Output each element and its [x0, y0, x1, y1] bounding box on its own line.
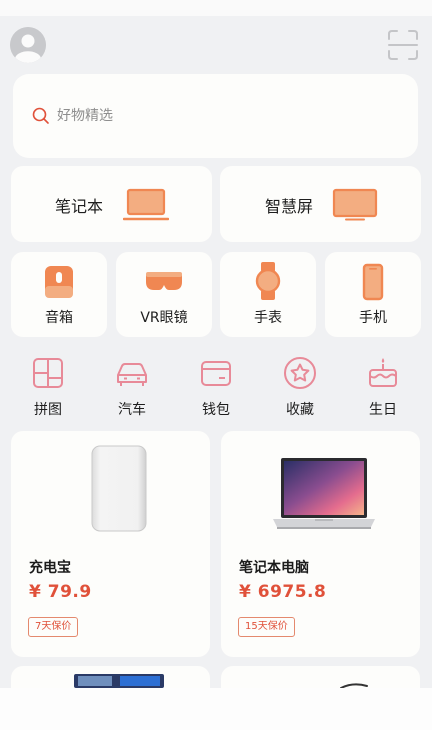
product-name: 笔记本电脑 — [239, 560, 309, 576]
power-bank-image — [91, 445, 147, 532]
user-icon — [10, 27, 46, 63]
quick-link-puzzle[interactable]: 拼图 — [10, 356, 86, 426]
quick-link-wallet-label: 钱包 — [202, 402, 230, 418]
product-card[interactable] — [221, 666, 420, 688]
laptop-icon — [123, 188, 169, 221]
quick-link-favorites[interactable]: 收藏 — [262, 356, 338, 426]
quick-link-car[interactable]: 汽车 — [94, 356, 170, 426]
quick-link-wallet[interactable]: 钱包 — [178, 356, 254, 426]
device-speaker-label: 音箱 — [45, 310, 73, 326]
device-phone-label: 手机 — [359, 310, 387, 326]
price-protection-badge[interactable]: 7天保价 — [28, 617, 79, 637]
device-vr-glasses[interactable]: VR眼镜 — [116, 252, 212, 337]
puzzle-icon — [33, 358, 63, 388]
bottom-area — [0, 688, 432, 730]
device-watch-label: 手表 — [254, 310, 282, 326]
cake-icon — [369, 358, 397, 387]
search-bar[interactable]: 好物精选 — [13, 74, 418, 158]
product-price: ¥ 79.9 — [29, 582, 92, 602]
quick-link-birthday[interactable]: 生日 — [345, 356, 421, 426]
category-smart-screen-label: 智慧屏 — [265, 197, 314, 216]
quick-link-car-label: 汽车 — [118, 402, 146, 418]
quick-link-birthday-label: 生日 — [369, 402, 397, 418]
scan-button[interactable] — [386, 28, 420, 62]
watch-icon — [255, 262, 281, 300]
device-vr-glasses-label: VR眼镜 — [140, 310, 188, 326]
device-watch[interactable]: 手表 — [220, 252, 316, 337]
product-name: 充电宝 — [29, 560, 71, 576]
product-price: ¥ 6975.8 — [239, 582, 327, 602]
laptop-image — [273, 458, 375, 529]
quick-link-puzzle-label: 拼图 — [34, 402, 62, 418]
avatar[interactable] — [10, 27, 46, 63]
category-smart-screen[interactable]: 智慧屏 — [220, 166, 421, 242]
car-icon — [117, 363, 147, 386]
wallet-icon — [201, 361, 231, 386]
product-card[interactable]: 笔记本电脑 ¥ 6975.8 15天保价 — [221, 431, 420, 657]
device-speaker[interactable]: 音箱 — [11, 252, 107, 337]
product-card[interactable] — [11, 666, 210, 688]
category-laptop[interactable]: 笔记本 — [11, 166, 212, 242]
quick-link-favorites-label: 收藏 — [286, 402, 314, 418]
device-phone[interactable]: 手机 — [325, 252, 421, 337]
home-screen: 好物精选 笔记本 智慧屏 音箱 VR眼镜 手表 手机 拼图 汽车 钱包 收藏 生… — [0, 0, 432, 688]
product-card[interactable]: 充电宝 ¥ 79.9 7天保价 — [11, 431, 210, 657]
search-icon — [32, 107, 49, 124]
smart-screen-icon — [332, 188, 378, 221]
status-bar — [0, 0, 432, 16]
category-laptop-label: 笔记本 — [55, 197, 104, 216]
price-protection-badge[interactable]: 15天保价 — [238, 617, 295, 637]
scan-icon — [388, 30, 418, 60]
product-image — [74, 674, 164, 688]
phone-icon — [362, 263, 384, 301]
star-icon — [284, 357, 316, 389]
search-placeholder: 好物精选 — [57, 108, 113, 124]
speaker-icon — [45, 266, 73, 298]
vr-glasses-icon — [146, 272, 182, 290]
